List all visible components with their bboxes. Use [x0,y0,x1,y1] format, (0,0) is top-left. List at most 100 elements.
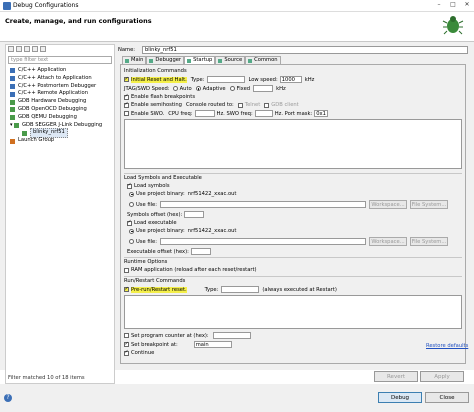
exec-offset-input[interactable] [190,248,211,255]
header-title: Create, manage, and run configurations [5,17,152,25]
symbols-workspace-button[interactable]: Workspace... [369,200,407,209]
symbols-file-row: Use file: Workspace... File System... [129,200,464,209]
init-commands-textarea[interactable] [124,119,462,169]
restore-defaults-link[interactable]: Restore defaults [426,343,468,349]
tree-item[interactable]: GDB OpenOCD Debugging [10,106,102,114]
swo-checkbox[interactable] [124,111,129,116]
semihosting-checkbox[interactable] [124,101,129,108]
tree-item[interactable]: GDB Hardware Debugging [10,98,102,106]
exec-file-input[interactable] [160,238,366,245]
tab-bar: Main Debugger Startup Source Common [122,56,281,64]
initial-reset-row: Initial Reset and Halt. Type: Low speed:… [124,76,314,83]
jtag-speed-row: JTAG/SWD Speed: Auto Adaptive Fixed kHz [124,85,286,92]
load-heading: Load Symbols and Executable [124,175,202,181]
debug-button[interactable]: Debug [378,392,422,403]
initial-reset-checkbox[interactable] [124,76,129,82]
pre-run-checkbox[interactable] [124,286,129,292]
name-row: Name: blinky_nrf51 [118,46,468,54]
load-exec-checkbox[interactable] [127,219,132,226]
minimize-button[interactable]: – [432,0,446,10]
delete-icon[interactable] [24,46,30,52]
tree-item[interactable]: C/C++ Application [10,67,102,75]
config-editor: Name: blinky_nrf51 Main Debugger Startup… [118,44,468,370]
gdb-jlink-icon [14,122,19,128]
pre-run-type-input[interactable] [221,286,260,293]
close-window-button[interactable]: ✕ [460,0,474,10]
fixed-radio[interactable] [229,86,235,91]
adaptive-radio[interactable] [195,86,201,91]
tab-debugger[interactable]: Debugger [146,56,185,64]
tree-item[interactable]: GDB QEMU Debugging [10,114,102,122]
symbols-filesystem-button[interactable]: File System... [410,200,448,209]
continue-checkbox[interactable] [124,349,129,356]
divider [124,173,462,174]
divider [124,276,462,277]
c-remote-icon [10,91,15,97]
set-pc-input[interactable] [212,332,251,339]
apply-button[interactable]: Apply [420,371,464,382]
swo-row: Enable SWO. CPU freq: Hz. SWO freq: Hz. … [124,110,329,117]
runtime-heading: Runtime Options [124,259,168,265]
symbols-project-radio[interactable] [129,191,134,197]
exec-filesystem-button[interactable]: File System... [410,237,448,246]
revert-button[interactable]: Revert [374,371,418,382]
load-symbols-checkbox[interactable] [127,182,132,189]
divider [124,257,462,258]
c-app-icon [10,68,15,74]
filter-status: Filter matched 10 of 18 items [8,375,85,381]
exec-project-radio[interactable] [129,228,134,234]
fixed-speed-input[interactable] [253,85,274,92]
set-bp-input[interactable]: main [193,341,232,348]
debugger-icon [149,58,154,63]
swo-freq-input[interactable] [254,110,273,117]
reset-type-input[interactable] [207,76,246,83]
gdb-openocd-icon [10,107,15,113]
set-bp-row: Set breakpoint at: main [124,341,232,348]
telnet-checkbox[interactable] [237,102,243,108]
gdb-qemu-icon [10,115,15,121]
tree-item-selected[interactable]: blinky_nrf51 [10,128,102,139]
auto-radio[interactable] [172,86,178,91]
symbols-file-radio[interactable] [129,202,134,207]
tree-item[interactable]: C/C++ Postmortem Debugger [10,83,102,91]
symbols-file-input[interactable] [160,201,366,208]
launch-group-icon [10,138,15,144]
common-icon [248,58,253,63]
tab-common[interactable]: Common [245,56,281,64]
close-button[interactable]: Close [425,392,469,403]
config-toolbar [8,46,46,54]
tab-main[interactable]: Main [122,56,147,64]
title-bar: Debug Configurations – □ ✕ [0,0,474,12]
startup-icon [187,58,192,63]
low-speed-input[interactable]: 1000 [279,76,302,83]
symbols-project-row: Use project binary: nrf51422_xxac.out [129,191,236,197]
name-input[interactable]: blinky_nrf51 [142,46,468,54]
tab-source[interactable]: Source [215,56,246,64]
source-icon [218,58,223,63]
duplicate-icon[interactable] [16,46,22,52]
ram-app-checkbox[interactable] [124,267,129,273]
set-pc-checkbox[interactable] [124,333,129,338]
run-commands-textarea[interactable] [124,295,462,329]
window-title: Debug Configurations [13,2,79,9]
help-icon[interactable]: ? [4,394,12,402]
cpu-freq-input[interactable] [194,110,215,117]
flash-bp-checkbox[interactable] [124,93,129,100]
filter-icon[interactable] [40,46,46,52]
set-bp-checkbox[interactable] [124,341,129,347]
tree-item[interactable]: C/C++ Remote Application [10,90,102,98]
tree-item[interactable]: C/C++ Attach to Application [10,75,102,83]
exec-file-radio[interactable] [129,239,134,244]
collapse-all-icon[interactable] [32,46,38,52]
port-mask-input[interactable]: 0x1 [314,110,329,117]
new-config-icon[interactable] [8,46,14,52]
filter-input[interactable]: type filter text [8,56,112,64]
tree-item[interactable]: Launch Group [10,137,102,145]
exec-workspace-button[interactable]: Workspace... [369,237,407,246]
tab-startup[interactable]: Startup [184,56,216,64]
gdb-client-checkbox[interactable] [264,102,270,108]
maximize-button[interactable]: □ [446,0,460,10]
symbols-offset-input[interactable] [184,211,205,218]
load-exec-row: Load executable [127,219,177,226]
name-label: Name: [118,47,136,53]
